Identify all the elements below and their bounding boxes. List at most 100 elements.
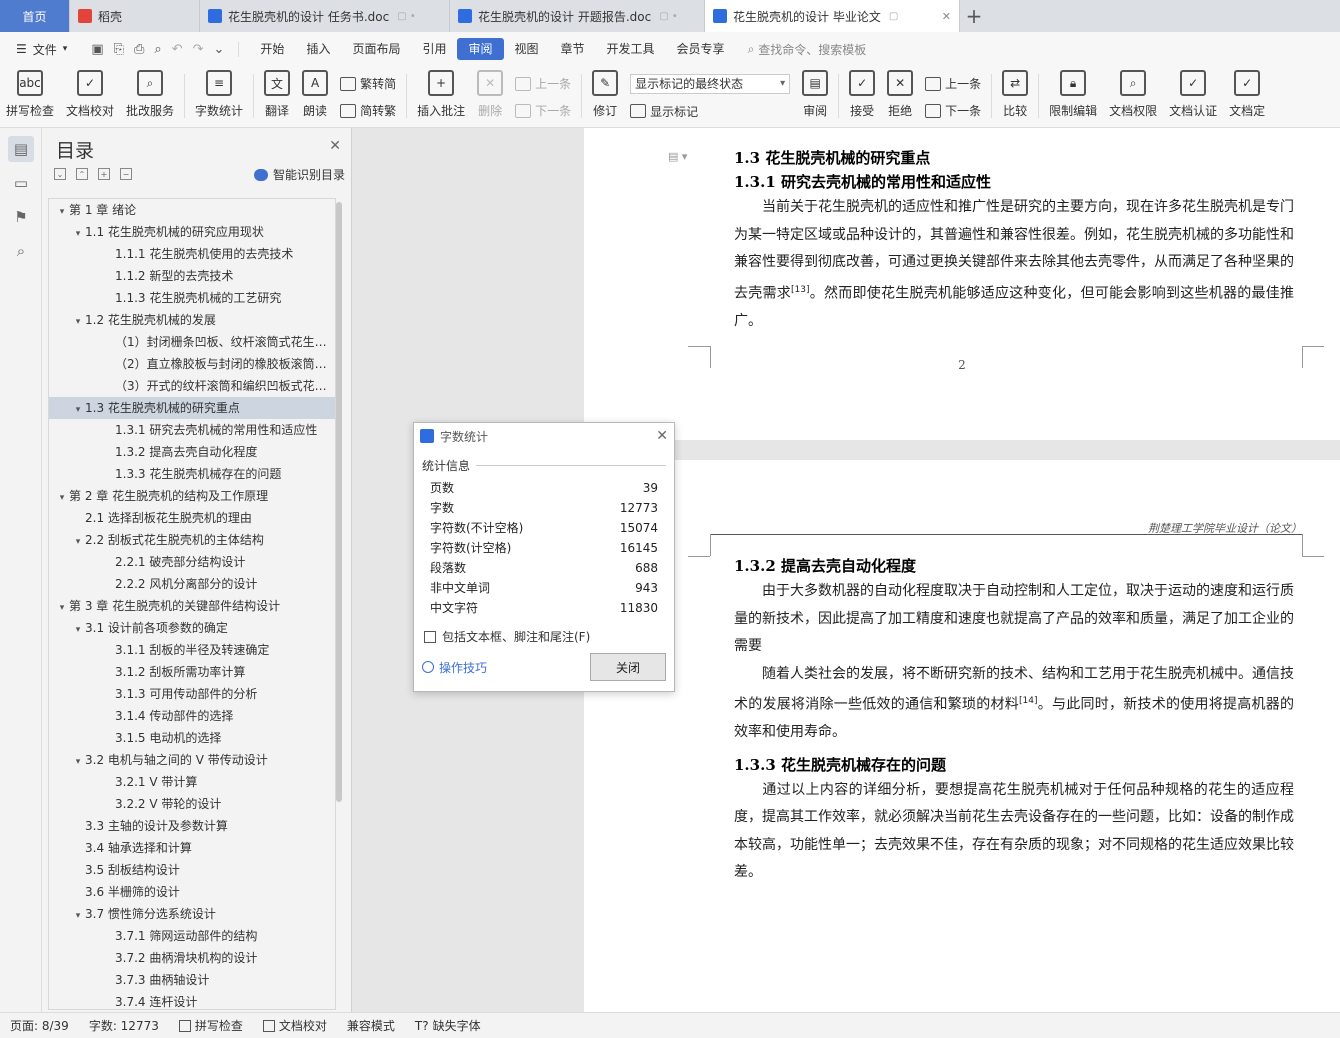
toc-item[interactable]: 3.7.3 曲柄轴设计 [49, 969, 335, 991]
delete-comment-button[interactable]: ✕ 删除 [471, 70, 509, 124]
toc-scrollbar[interactable] [336, 202, 342, 802]
chevron-down-icon[interactable]: ▾ [71, 311, 85, 331]
menu-page-layout[interactable]: 页面布局 [341, 38, 411, 60]
toc-item[interactable]: 3.6 半栅筛的设计 [49, 881, 335, 903]
toc-icon[interactable]: ▤ [8, 136, 34, 162]
compare-button[interactable]: ⇄ 比较 [996, 70, 1034, 124]
toc-item[interactable]: （1）封闭栅条凹板、纹杆滚筒式花生… [49, 331, 335, 353]
dialog-titlebar[interactable]: 字数统计 ✕ [414, 423, 674, 449]
add-heading-icon[interactable]: + [98, 168, 110, 180]
tab-doc-thesis[interactable]: 花生脱壳机的设计 毕业论文 ▢ ✕ [705, 0, 960, 32]
file-menu[interactable]: ☰ 文件 ▾ [0, 41, 77, 58]
toc-item[interactable]: 3.5 刮板结构设计 [49, 859, 335, 881]
print-preview-icon[interactable]: ⌕ [154, 42, 161, 57]
toc-item[interactable]: 1.3.2 提高去壳自动化程度 [49, 441, 335, 463]
menu-member[interactable]: 会员专享 [666, 38, 736, 60]
toc-item[interactable]: 3.7.1 筛网运动部件的结构 [49, 925, 335, 947]
toc-item[interactable]: 3.1.3 可用传动部件的分析 [49, 683, 335, 705]
doc-auth-button[interactable]: ✓ 文档认证 [1163, 70, 1223, 124]
toc-item[interactable]: 1.1.3 花生脱壳机械的工艺研究 [49, 287, 335, 309]
paragraph-layout-icon[interactable]: ▤ ▾ [668, 150, 687, 163]
include-textbox-checkbox[interactable]: 包括文本框、脚注和尾注(F) [424, 628, 664, 645]
chevron-down-icon[interactable]: ▾ [71, 223, 85, 243]
track-changes-button[interactable]: ✎ 修订 [586, 70, 624, 124]
toc-item[interactable]: （3）开式的纹杆滚筒和编织凹板式花… [49, 375, 335, 397]
menu-view[interactable]: 视图 [504, 38, 550, 60]
menu-chapter[interactable]: 章节 [550, 38, 596, 60]
toc-item[interactable]: 2.1 选择刮板花生脱壳机的理由 [49, 507, 335, 529]
tab-doc-proposal[interactable]: 花生脱壳机的设计 开题报告.doc ▢ • [450, 0, 705, 32]
reject-button[interactable]: ✕ 拒绝 [881, 70, 919, 124]
toc-item[interactable]: ▾ 3.2 电机与轴之间的 V 带传动设计 [49, 749, 335, 771]
page-indicator[interactable]: 页面: 8/39 [10, 1017, 69, 1034]
toc-item[interactable]: 2.2.2 风机分离部分的设计 [49, 573, 335, 595]
trad-to-simp-button[interactable]: 繁转简 [340, 75, 396, 92]
command-search[interactable]: ⌕ 查找命令、搜索模板 [748, 41, 867, 58]
chevron-down-icon[interactable]: ▾ [55, 487, 69, 507]
missing-font-status[interactable]: T? 缺失字体 [415, 1017, 481, 1034]
toc-item[interactable]: 1.1.1 花生脱壳机使用的去壳技术 [49, 243, 335, 265]
toc-item[interactable]: （2）直立橡胶板与封闭的橡胶板滚筒… [49, 353, 335, 375]
toc-item[interactable]: ▾ 1.3 花生脱壳机械的研究重点 [49, 397, 335, 419]
accept-button[interactable]: ✓ 接受 [843, 70, 881, 124]
chevron-down-icon[interactable]: ▾ [55, 201, 69, 221]
show-markup-button[interactable]: 显示标记 [630, 103, 790, 120]
prev-change-button[interactable]: 上一条 [925, 75, 981, 92]
close-tab-icon[interactable]: ✕ [936, 10, 951, 23]
toc-item[interactable]: ▾ 第 3 章 花生脱壳机的关键部件结构设计 [49, 595, 335, 617]
toc-item[interactable]: 1.3.3 花生脱壳机械存在的问题 [49, 463, 335, 485]
next-comment-button[interactable]: 下一条 [515, 102, 571, 119]
undo-icon[interactable]: ↶ [172, 42, 183, 57]
remove-heading-icon[interactable]: − [120, 168, 132, 180]
tab-home[interactable]: 首页 [0, 0, 70, 32]
export-icon[interactable]: ⎘ [114, 42, 124, 57]
menu-start[interactable]: 开始 [249, 38, 295, 60]
print-icon[interactable]: ⎙ [134, 42, 144, 57]
close-button[interactable]: 关闭 [590, 653, 666, 681]
toc-item[interactable]: 3.1.1 刮板的半径及转速确定 [49, 639, 335, 661]
collapse-all-icon[interactable]: ⌄ [54, 168, 66, 180]
toc-item[interactable]: ▾ 1.1 花生脱壳机械的研究应用现状 [49, 221, 335, 243]
doc-proof-button[interactable]: ✓ 文档校对 [60, 70, 120, 124]
toc-item[interactable]: 1.1.2 新型的去壳技术 [49, 265, 335, 287]
review-pane-button[interactable]: ▤ 审阅 [796, 70, 834, 124]
toc-item[interactable]: 3.1.4 传动部件的选择 [49, 705, 335, 727]
prev-comment-button[interactable]: 上一条 [515, 75, 571, 92]
toc-item[interactable]: 1.3.1 研究去壳机械的常用性和适应性 [49, 419, 335, 441]
customize-icon[interactable]: ⌄ [214, 42, 225, 57]
read-aloud-button[interactable]: A 朗读 [296, 70, 334, 124]
menu-review[interactable]: 审阅 [457, 38, 504, 60]
new-tab-icon[interactable]: + [960, 0, 988, 32]
toc-item[interactable]: 3.2.1 V 带计算 [49, 771, 335, 793]
save-icon[interactable]: ▣ [91, 42, 103, 57]
toc-item[interactable]: ▾ 3.1 设计前各项参数的确定 [49, 617, 335, 639]
chapter-nav-icon[interactable]: ▭ [8, 170, 34, 196]
doc-proof-status[interactable]: 文档校对 [262, 1017, 327, 1034]
toc-item[interactable]: ▾ 2.2 刮板式花生脱壳机的主体结构 [49, 529, 335, 551]
menu-insert[interactable]: 插入 [295, 38, 341, 60]
toc-item[interactable]: 3.7.4 连杆设计 [49, 991, 335, 1009]
close-icon[interactable]: ✕ [656, 428, 668, 444]
toc-item[interactable]: 3.1.5 电动机的选择 [49, 727, 335, 749]
tab-doc-task[interactable]: 花生脱壳机的设计 任务书.doc ▢ • [200, 0, 450, 32]
toc-item[interactable]: ▾ 3.7 惯性筛分选系统设计 [49, 903, 335, 925]
next-change-button[interactable]: 下一条 [925, 102, 981, 119]
word-count-indicator[interactable]: 字数: 12773 [89, 1017, 159, 1034]
chevron-down-icon[interactable]: ▾ [71, 905, 85, 925]
word-count-button[interactable]: ≡ 字数统计 [189, 70, 249, 124]
spellcheck-status[interactable]: 拼写检查 [178, 1017, 243, 1034]
tab-window-icon[interactable]: ▢ [889, 11, 898, 22]
checkbox-box[interactable] [424, 630, 436, 643]
close-icon[interactable]: ✕ [329, 138, 341, 154]
toc-item[interactable]: ▾ 第 1 章 绪论 [49, 199, 335, 221]
markup-display-select[interactable]: 显示标记的最终状态 [630, 74, 791, 95]
simp-to-trad-button[interactable]: 简转繁 [340, 102, 396, 119]
spellcheck-button[interactable]: abc 拼写检查 [0, 70, 60, 124]
toc-item[interactable]: ▾ 第 2 章 花生脱壳机的结构及工作原理 [49, 485, 335, 507]
toc-item[interactable]: 3.2.2 V 带轮的设计 [49, 793, 335, 815]
toc-item[interactable]: 3.7.2 曲柄滑块机构的设计 [49, 947, 335, 969]
toc-item[interactable]: ▾ 1.2 花生脱壳机械的发展 [49, 309, 335, 331]
toc-item[interactable]: 2.2.1 破壳部分结构设计 [49, 551, 335, 573]
toc-item[interactable]: 3.1.2 刮板所需功率计算 [49, 661, 335, 683]
tips-link[interactable]: 操作技巧 [422, 659, 487, 676]
